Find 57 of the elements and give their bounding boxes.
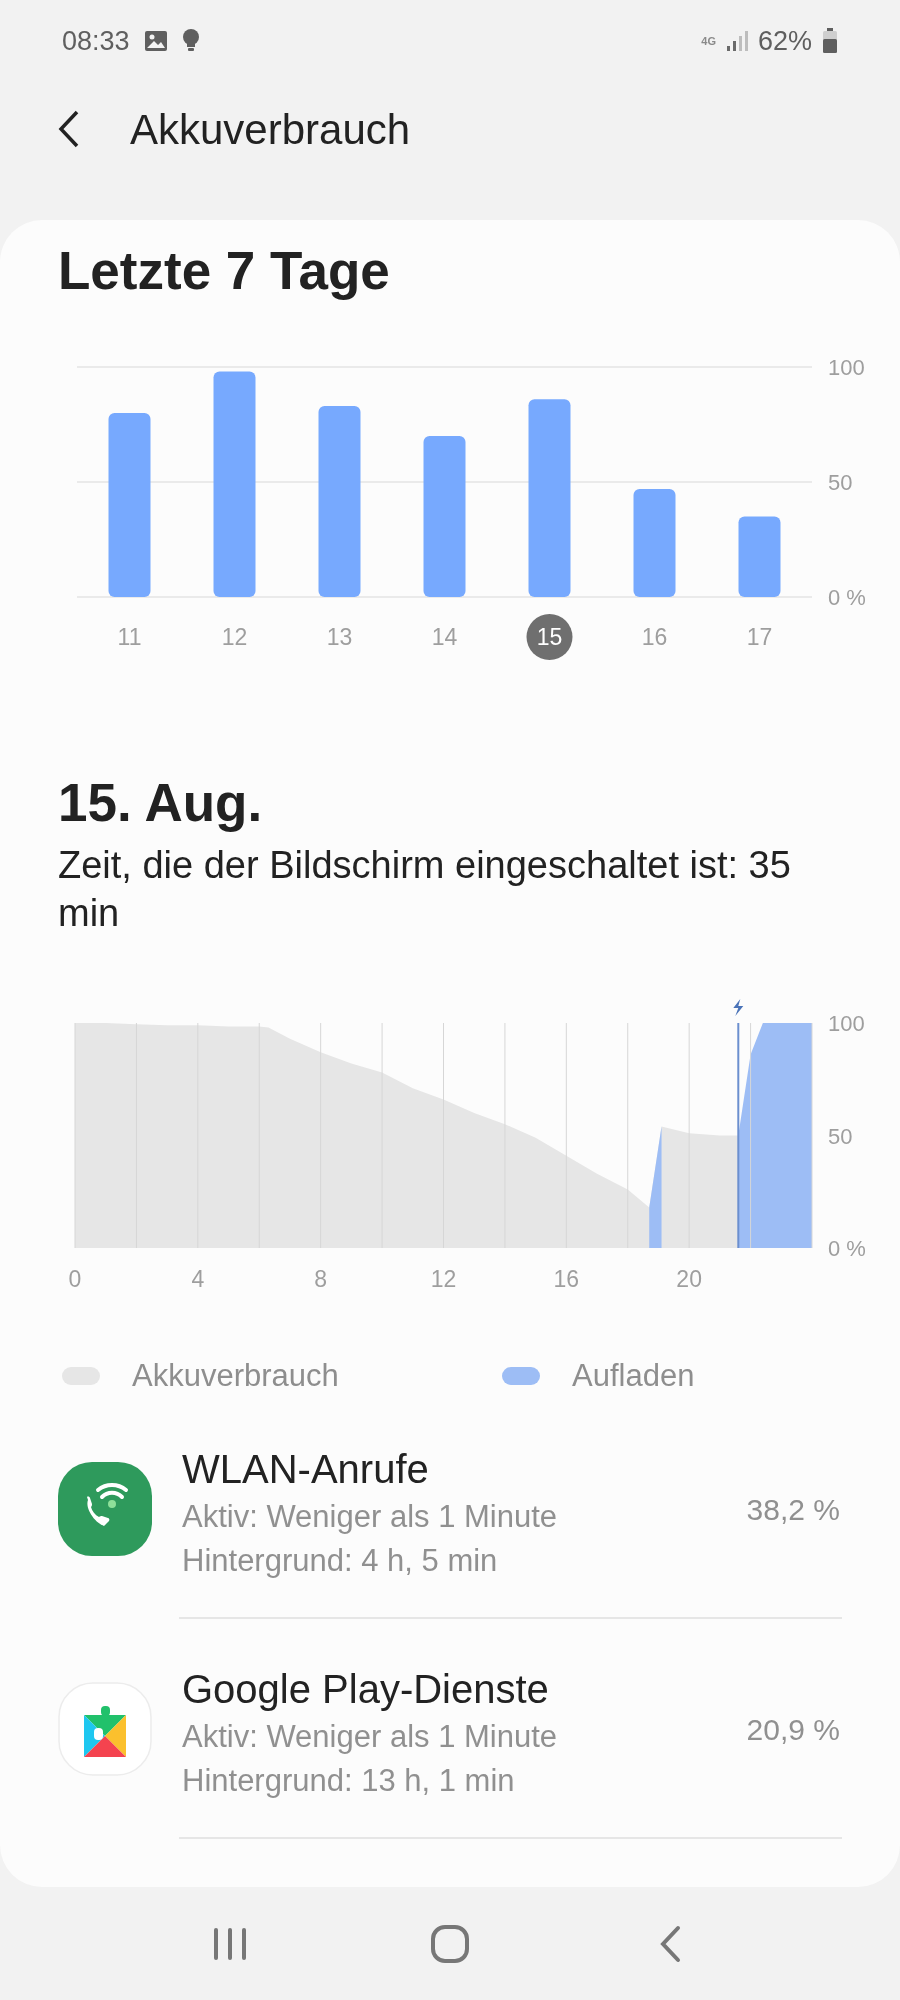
day-label[interactable]: 15 bbox=[526, 614, 573, 661]
phone-wifi-icon bbox=[58, 1462, 152, 1556]
axis-label: 16 bbox=[553, 1265, 580, 1292]
active-time: Aktiv: Weniger als 1 Minute bbox=[182, 1718, 559, 1756]
axis-label: 100 bbox=[828, 355, 865, 381]
bar[interactable] bbox=[633, 489, 676, 598]
axis-label: 20 bbox=[676, 1265, 702, 1292]
app-name: Google Play-Dienste bbox=[182, 1666, 550, 1713]
axis-label: 50 bbox=[828, 1123, 853, 1148]
back-icon bbox=[659, 1924, 681, 1963]
section-title: Letzte 7 Tage bbox=[58, 240, 391, 302]
back-icon bbox=[58, 110, 80, 148]
axis-label: 50 bbox=[828, 470, 853, 496]
axis-label: 4 bbox=[191, 1265, 205, 1292]
image-icon bbox=[143, 30, 168, 52]
usage-share: 20,9 % bbox=[746, 1711, 841, 1748]
axis-label: 0 bbox=[68, 1265, 82, 1292]
axis-label: 8 bbox=[314, 1265, 328, 1292]
screen-time-text: Zeit, die der Bildschirm eingeschaltet ist: 35 min bbox=[58, 842, 792, 936]
bar[interactable] bbox=[423, 436, 466, 598]
bar[interactable] bbox=[108, 413, 151, 598]
battery-icon bbox=[822, 28, 838, 54]
puzzle-icon bbox=[58, 1682, 152, 1776]
background-time: Hintergrund: 4 h, 5 min bbox=[182, 1542, 499, 1580]
page-title: Akkuverbrauch bbox=[130, 104, 411, 155]
x-tick-label: 15 bbox=[536, 624, 563, 651]
app-row[interactable]: WLAN-Anrufe Aktiv: Weniger als 1 Minute Hintergrund: 4 h, 5 min 38,2 % bbox=[58, 1399, 842, 1619]
app-name: WLAN-Anrufe bbox=[182, 1446, 430, 1493]
network-type: 4G bbox=[701, 35, 716, 47]
bar[interactable] bbox=[318, 406, 361, 598]
axis-label: 0 % bbox=[828, 1235, 866, 1261]
day-label[interactable]: 12 bbox=[221, 624, 248, 651]
day-label[interactable]: 14 bbox=[431, 624, 458, 651]
legend-label: Akkuverbrauch bbox=[132, 1356, 339, 1395]
legend-label: Aufladen bbox=[572, 1356, 695, 1395]
bar[interactable] bbox=[738, 516, 781, 598]
day-label[interactable]: 13 bbox=[326, 624, 353, 651]
axis-label: 100 bbox=[828, 1010, 865, 1036]
status-time: 08:33 bbox=[62, 24, 130, 58]
active-time: Aktiv: Weniger als 1 Minute bbox=[182, 1498, 559, 1536]
signal-icon bbox=[725, 30, 748, 52]
app-row[interactable]: Google Play-Dienste Aktiv: Weniger als 1 Minute Hintergrund: 13 h, 1 min 20,9 % bbox=[58, 1619, 842, 1839]
lightbulb-icon bbox=[181, 29, 200, 53]
day-label[interactable]: 17 bbox=[746, 624, 773, 651]
axis-label: 0 % bbox=[828, 585, 866, 611]
day-label[interactable]: 16 bbox=[641, 624, 668, 651]
bar[interactable] bbox=[213, 371, 256, 598]
battery-percent: 62% bbox=[757, 24, 812, 58]
background-time: Hintergrund: 13 h, 1 min bbox=[182, 1762, 516, 1800]
usage-share: 38,2 % bbox=[746, 1491, 841, 1528]
home-icon bbox=[430, 1923, 470, 1964]
lightning-icon bbox=[733, 998, 744, 1016]
section-title: 15. Aug. bbox=[58, 772, 264, 835]
recents-icon bbox=[212, 1925, 248, 1962]
axis-label: 12 bbox=[430, 1265, 457, 1292]
day-label[interactable]: 11 bbox=[117, 624, 142, 651]
bar[interactable] bbox=[528, 399, 571, 598]
